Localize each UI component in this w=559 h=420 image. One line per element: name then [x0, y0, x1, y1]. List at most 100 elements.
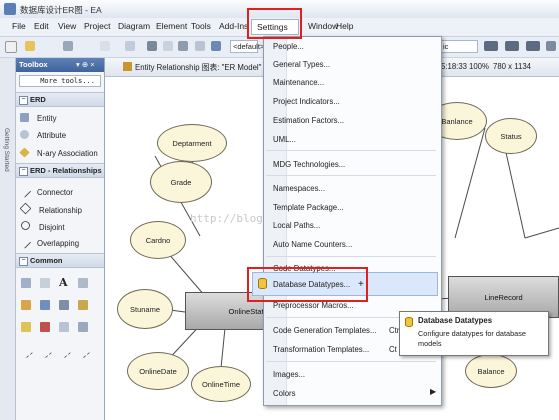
attribute-status[interactable]: Status [485, 118, 537, 154]
tool-entity[interactable]: Entity [20, 113, 57, 123]
attribute-stuname[interactable]: Stuname [117, 289, 173, 329]
tool-connector[interactable]: Connector [17, 184, 73, 198]
menu-help[interactable]: Help [336, 21, 353, 31]
toolbox-window-controls[interactable]: ▾ ⊕ × [76, 60, 95, 69]
diagram-time: 5:18:33 [441, 62, 468, 71]
fill-icon[interactable] [505, 41, 519, 51]
page-setup-icon[interactable] [195, 41, 205, 51]
package-icon[interactable] [21, 278, 31, 288]
n-ary-association-icon [19, 147, 30, 158]
menu-item-images[interactable]: Images... [273, 370, 305, 379]
style-combo[interactable]: <default> [230, 40, 264, 53]
menu-item-local-paths[interactable]: Local Paths... [273, 221, 320, 230]
section-common[interactable]: − Common [16, 253, 104, 268]
tooltip-description: Configure datatypes for database models [418, 329, 526, 348]
menu-window[interactable]: Window [308, 21, 338, 31]
menu-item-mdg-technologies[interactable]: MDG Technologies... [273, 160, 345, 169]
font-color-icon[interactable] [526, 41, 540, 51]
collapse-icon[interactable]: − [19, 257, 28, 266]
collapse-icon[interactable]: − [19, 167, 28, 176]
artifact-icon[interactable] [78, 300, 88, 310]
section-common-title: Common [30, 256, 63, 265]
list-icon[interactable] [78, 278, 88, 288]
window-title: 数据库设计ER图 - EA [20, 5, 102, 15]
connector-icon [17, 184, 32, 198]
collapse-icon[interactable]: − [19, 96, 28, 105]
app-icon [4, 3, 16, 15]
cut-icon[interactable] [100, 41, 110, 51]
save-icon[interactable] [63, 41, 73, 51]
text-icon[interactable]: A [59, 276, 69, 289]
menu-separator [266, 175, 436, 176]
attribute-cardno[interactable]: Cardno [130, 221, 186, 259]
menu-item-template-package[interactable]: Template Package... [273, 203, 344, 212]
submenu-arrow-icon: ▶ [430, 387, 437, 396]
open-folder-icon[interactable] [25, 41, 35, 51]
menu-view[interactable]: View [58, 21, 76, 31]
relationship-icon [19, 202, 32, 215]
zoom-icon[interactable] [211, 41, 221, 51]
menu-item-namespaces[interactable]: Namespaces... [273, 184, 325, 193]
issue-icon[interactable] [40, 322, 50, 332]
print-icon[interactable] [178, 41, 188, 51]
menu-item-maintenance[interactable]: Maintenance... [273, 78, 324, 87]
more-tools-button[interactable]: More tools... [19, 75, 101, 87]
menu-item-uml[interactable]: UML... [273, 135, 296, 144]
tool-relationship[interactable]: Relationship [19, 202, 82, 215]
diagram-icon [123, 62, 132, 71]
attribute-grade[interactable]: Grade [150, 161, 212, 203]
section-erd[interactable]: − ERD [16, 92, 104, 107]
line-style-icon[interactable] [484, 41, 498, 51]
menu-diagram[interactable]: Diagram [118, 21, 150, 31]
code-generation-shortcut: Ctr [389, 326, 400, 335]
menu-item-transformation-templates[interactable]: Transformation Templates... [273, 345, 369, 354]
menu-item-auto-name-counters[interactable]: Auto Name Counters... [273, 240, 352, 249]
attribute-balance[interactable]: Balance [465, 354, 517, 388]
tooltip-database-datatypes: Database Datatypes Configure datatypes f… [399, 311, 549, 356]
attribute-onlinetime[interactable]: OnlineTime [191, 366, 251, 402]
hyperlink-icon[interactable] [40, 300, 50, 310]
tooltip-title: Database Datatypes [418, 316, 493, 325]
menu-separator [266, 256, 436, 257]
disjoint-icon [21, 221, 30, 230]
menu-item-people[interactable]: People... [273, 42, 304, 51]
new-icon[interactable] [5, 41, 17, 53]
menu-add-ins[interactable]: Add-Ins [219, 21, 248, 31]
menu-item-project-indicators[interactable]: Project Indicators... [273, 97, 340, 106]
requirement-icon[interactable] [21, 322, 31, 332]
entity-icon [20, 113, 29, 122]
menu-project[interactable]: Project [84, 21, 110, 31]
left-rail-label[interactable]: Getting Started [3, 128, 10, 172]
attribute-deptarment[interactable]: Deptarment [157, 124, 227, 162]
change-icon[interactable] [59, 322, 69, 332]
image-icon[interactable] [21, 300, 31, 310]
font-combo[interactable]: ic [440, 40, 478, 53]
menu-item-code-generation-templates[interactable]: Code Generation Templates... [273, 326, 376, 335]
menu-tools[interactable]: Tools [191, 21, 211, 31]
menu-item-preprocessor-macros[interactable]: Preprocessor Macros... [273, 301, 354, 310]
attribute-onlinedate[interactable]: OnlineDate [127, 352, 189, 390]
tool-n-ary-association[interactable]: N-ary Association [19, 147, 98, 158]
boundary-icon[interactable] [59, 300, 69, 310]
diagram-tab-title[interactable]: Entity Relationship 图表: "ER Model" [135, 62, 261, 73]
menu-item-colors[interactable]: Colors [273, 389, 296, 398]
section-erd-relationships[interactable]: − ERD - Relationships [16, 163, 104, 178]
highlight-box-settings [247, 8, 302, 39]
note-icon[interactable] [40, 278, 50, 288]
tool-attribute[interactable]: Attribute [20, 130, 66, 140]
menu-element[interactable]: Element [156, 21, 187, 31]
database-icon [405, 317, 413, 327]
tool-overlapping[interactable]: Overlapping [17, 235, 79, 249]
preview-icon[interactable] [163, 41, 173, 51]
copy-icon[interactable] [125, 41, 135, 51]
menu-item-general-types[interactable]: General Types... [273, 60, 330, 69]
highlight-box-database-datatypes [247, 267, 368, 302]
menu-file[interactable]: File [12, 21, 26, 31]
left-rail: Getting Started [0, 58, 16, 420]
align-icon[interactable] [546, 41, 556, 51]
tool-disjoint[interactable]: Disjoint [20, 220, 65, 232]
menu-edit[interactable]: Edit [34, 21, 49, 31]
constraint-icon[interactable] [78, 322, 88, 332]
menu-item-estimation-factors[interactable]: Estimation Factors... [273, 116, 344, 125]
search-icon[interactable] [147, 41, 157, 51]
